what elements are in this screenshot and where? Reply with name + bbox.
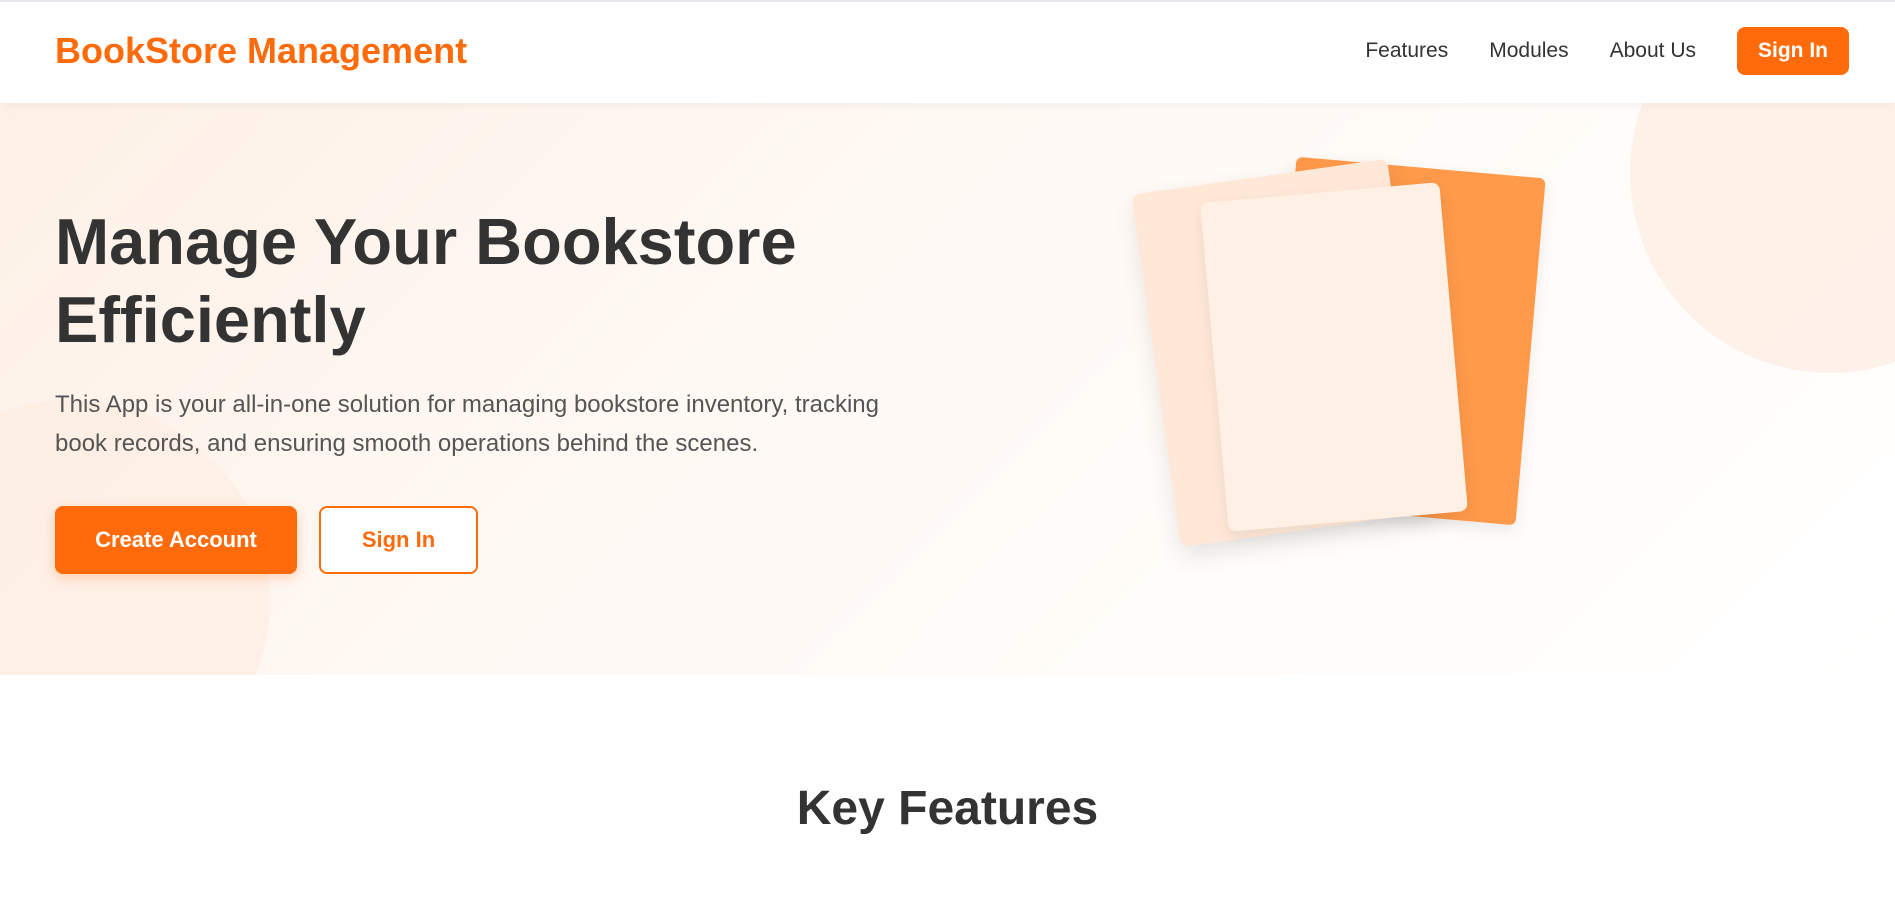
hero-sign-in-button[interactable]: Sign In (319, 506, 478, 574)
decorative-circle-right (1630, 103, 1895, 373)
nav-link-about[interactable]: About Us (1610, 39, 1696, 63)
hero-title: Manage Your Bookstore Efficiently (55, 205, 797, 356)
create-account-button[interactable]: Create Account (55, 506, 297, 574)
book-front-shape (1200, 182, 1468, 532)
books-illustration (1130, 156, 1550, 603)
nav-links: Features Modules About Us Sign In (1365, 27, 1849, 75)
brand-logo[interactable]: BookStore Management (55, 30, 467, 72)
nav-link-modules[interactable]: Modules (1489, 39, 1568, 63)
header-sign-in-button[interactable]: Sign In (1737, 27, 1849, 75)
key-features-heading: Key Features (796, 782, 1099, 835)
hero-section: Manage Your Bookstore Efficiently This A… (0, 103, 1895, 675)
navbar: BookStore Management Features Modules Ab… (0, 0, 1895, 103)
top-border (0, 0, 1895, 2)
nav-link-features[interactable]: Features (1365, 39, 1448, 63)
hero-description: This App is your all-in-one solution for… (55, 391, 879, 457)
